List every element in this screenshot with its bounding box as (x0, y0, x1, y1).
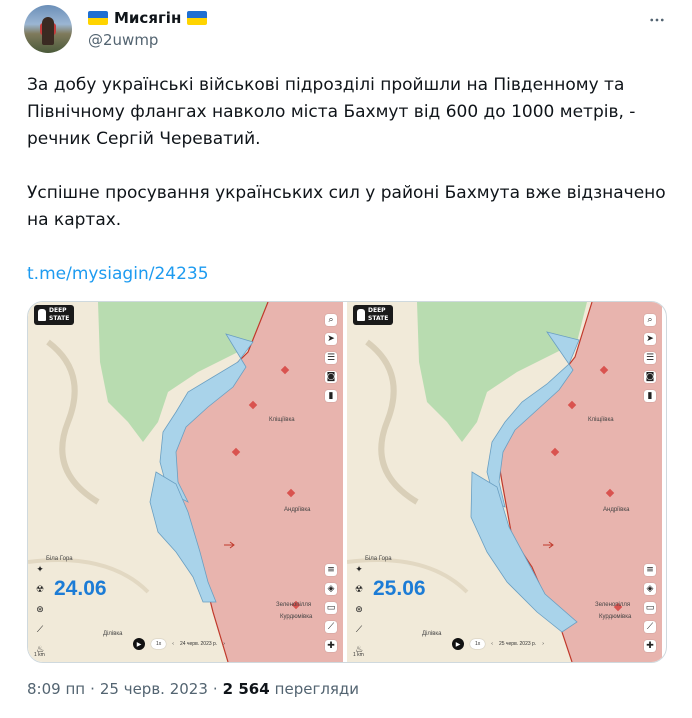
nuclear-icon[interactable]: ⊛ (34, 604, 46, 616)
next-icon[interactable]: › (542, 641, 544, 647)
pin-icon[interactable]: ✚ (644, 640, 656, 652)
place-label: Ділівка (422, 631, 442, 637)
tweet-text: За добу українські військові підрозділі … (27, 72, 667, 288)
map-left (28, 302, 343, 662)
filter-icon[interactable]: ≡ (644, 564, 656, 576)
tweet-paragraph-2: Успішне просування українських сил у рай… (27, 183, 666, 230)
filter-icon[interactable]: ≡ (325, 564, 337, 576)
map-lefttools: ✦ ☢ ⊛ ⟋ ♨ (34, 564, 46, 656)
place-label: Курдюмівка (599, 614, 632, 620)
deepstate-logo: DEEP STATE (34, 305, 74, 325)
place-label: Зеленопілля (276, 602, 312, 608)
place-label: Ділівка (103, 631, 123, 637)
ukraine-flag-icon (88, 11, 108, 25)
locate-icon[interactable]: ➤ (325, 333, 337, 345)
chess-knight-icon (357, 309, 365, 321)
map-toolbar-top: ⌕ ➤ ☰ ◙ ▮ (325, 314, 339, 402)
views-count: 2 564 (222, 680, 270, 698)
tweet-time[interactable]: 8:09 пп (27, 680, 85, 698)
ruler-icon[interactable]: ⟋ (644, 621, 656, 633)
deepstate-logo: DEEP STATE (353, 305, 393, 325)
label-icon[interactable]: ▭ (644, 602, 656, 614)
cursor-icon[interactable]: ✦ (34, 564, 46, 576)
search-icon[interactable]: ⌕ (325, 314, 337, 326)
author-handle[interactable]: @2uwmp (88, 31, 158, 49)
ukraine-flag-icon (187, 11, 208, 25)
place-label: Андріївка (603, 507, 630, 513)
place-label: Кліщіївка (269, 417, 295, 423)
speed-button[interactable]: 1x (151, 639, 167, 649)
timeline-date: 25 черв. 2023 р. (498, 641, 537, 647)
place-label: Біла Гора (46, 556, 73, 562)
separator: · (212, 680, 218, 698)
place-label: Зеленопілля (595, 602, 631, 608)
speed-button[interactable]: 1x (470, 639, 486, 649)
settings-icon[interactable]: ☰ (644, 352, 656, 364)
layers-icon[interactable]: ◈ (644, 583, 656, 595)
place-label: Курдюмівка (280, 614, 313, 620)
locate-icon[interactable]: ➤ (644, 333, 656, 345)
map-panel-right[interactable]: DEEP STATE ⌕ ➤ ☰ ◙ ▮ ≡ ◈ ▭ ⟋ ✚ ✦ ☢ ⊛ ⟋ ♨… (347, 302, 662, 662)
map-toolbar-bottom: ≡ ◈ ▭ ⟋ ✚ (325, 564, 339, 652)
wand-icon[interactable]: ⟋ (34, 624, 46, 636)
avatar[interactable] (24, 5, 72, 53)
map-date-label: 24.06 (54, 577, 107, 600)
map-lefttools: ✦ ☢ ⊛ ⟋ ♨ (353, 564, 365, 656)
map-scale: 1 km (34, 652, 45, 658)
nuclear-icon[interactable]: ⊛ (353, 604, 365, 616)
settings-icon[interactable]: ☰ (325, 352, 337, 364)
chess-knight-icon (38, 309, 46, 321)
tweet-meta: 8:09 пп · 25 черв. 2023 · 2 564 перегляд… (27, 680, 359, 698)
play-icon[interactable]: ▶ (452, 638, 464, 650)
radiation-icon[interactable]: ☢ (34, 584, 46, 596)
ruler-icon[interactable]: ⟋ (325, 621, 337, 633)
map-right (347, 302, 662, 662)
label-icon[interactable]: ▭ (325, 602, 337, 614)
play-icon[interactable]: ▶ (133, 638, 145, 650)
tweet-date[interactable]: 25 черв. 2023 (100, 680, 208, 698)
stats-icon[interactable]: ▮ (325, 390, 337, 402)
camera-icon[interactable]: ◙ (325, 371, 337, 383)
layers-icon[interactable]: ◈ (325, 583, 337, 595)
timeline-date: 24 черв. 2023 р. (179, 641, 218, 647)
map-panel-left[interactable]: DEEP STATE ⌕ ➤ ☰ ◙ ▮ ≡ ◈ ▭ ⟋ ✚ ✦ ☢ ⊛ ⟋ ♨… (28, 302, 343, 662)
stats-icon[interactable]: ▮ (644, 390, 656, 402)
next-icon[interactable]: › (223, 641, 225, 647)
camera-icon[interactable]: ◙ (644, 371, 656, 383)
map-toolbar-top: ⌕ ➤ ☰ ◙ ▮ (644, 314, 658, 402)
prev-icon[interactable]: ‹ (491, 641, 493, 647)
wand-icon[interactable]: ⟋ (353, 624, 365, 636)
timeline-bar[interactable]: ▶ 1x ‹ 25 черв. 2023 р. › (452, 636, 544, 652)
map-scale: 1 km (353, 652, 364, 658)
more-options-icon[interactable] (645, 8, 669, 32)
author-display-name[interactable]: Мисягін (114, 9, 181, 27)
tweet-link[interactable]: t.me/mysiagin/24235 (27, 264, 209, 284)
radiation-icon[interactable]: ☢ (353, 584, 365, 596)
place-label: Андріївка (284, 507, 311, 513)
map-toolbar-bottom: ≡ ◈ ▭ ⟋ ✚ (644, 564, 658, 652)
place-label: Кліщіївка (588, 417, 614, 423)
media-image[interactable]: DEEP STATE ⌕ ➤ ☰ ◙ ▮ ≡ ◈ ▭ ⟋ ✚ ✦ ☢ ⊛ ⟋ ♨… (27, 301, 667, 663)
prev-icon[interactable]: ‹ (172, 641, 174, 647)
timeline-bar[interactable]: ▶ 1x ‹ 24 черв. 2023 р. › (133, 636, 225, 652)
cursor-icon[interactable]: ✦ (353, 564, 365, 576)
separator: · (90, 680, 95, 698)
map-date-label: 25.06 (373, 577, 426, 600)
pin-icon[interactable]: ✚ (325, 640, 337, 652)
search-icon[interactable]: ⌕ (644, 314, 656, 326)
tweet-paragraph-1: За добу українські військові підрозділі … (27, 75, 636, 149)
author-name-row[interactable]: Мисягін (88, 9, 208, 27)
views-label: перегляди (274, 680, 360, 698)
place-label: Біла Гора (365, 556, 392, 562)
